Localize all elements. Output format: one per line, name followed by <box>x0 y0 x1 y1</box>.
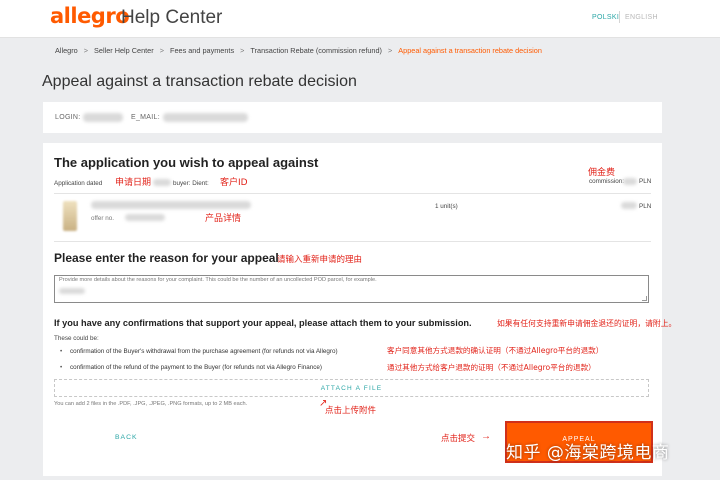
breadcrumb-separator: > <box>83 46 89 55</box>
annotation-application-date: 申请日期 <box>115 178 152 188</box>
annotation-click-upload: 点击上传附件 <box>325 406 377 416</box>
language-divider <box>619 11 620 23</box>
annotation-refund-proof: 通过其他方式给客户退款的证明（不通过Allegro平台的退款） <box>387 363 596 372</box>
annotation-attach-proof: 如果有任何支持重新申请佣金退还的证明，请附上。 <box>497 319 677 328</box>
breadcrumb-transaction-rebate[interactable]: Transaction Rebate (commission refund) <box>250 46 382 55</box>
reason-textarea[interactable]: Provide more details about the reasons f… <box>54 275 649 303</box>
help-center-title: Help Center <box>121 7 223 28</box>
confirmation-item-refund: confirmation of the refund of the paymen… <box>60 364 322 371</box>
reason-text-redacted <box>59 288 85 294</box>
commission-value-redacted <box>623 178 637 185</box>
language-polski-link[interactable]: POLSKI <box>592 14 619 21</box>
allegro-logo[interactable]: allegro <box>50 4 130 28</box>
appeal-form-card: The application you wish to appeal again… <box>43 143 676 476</box>
breadcrumb-current-page: Appeal against a transaction rebate deci… <box>398 46 542 55</box>
reason-heading: Please enter the reason for your appeal <box>54 251 279 265</box>
offer-number-redacted <box>125 214 165 221</box>
breadcrumb: Allegro > Seller Help Center > Fees and … <box>55 46 542 55</box>
application-date-label: Application dated <box>54 180 103 187</box>
confirmations-heading: If you have any confirmations that suppo… <box>54 318 472 328</box>
offer-price-currency: PLN <box>639 203 652 210</box>
breadcrumb-separator: > <box>388 46 393 55</box>
confirmation-item-withdrawal: confirmation of the Buyer's withdrawal f… <box>60 348 338 355</box>
resize-handle-icon[interactable] <box>642 296 647 301</box>
these-could-be-label: These could be: <box>54 335 99 342</box>
offer-number-label: offer no. <box>91 215 114 222</box>
attach-file-hint: You can add 2 files in the .PDF, .JPG, .… <box>54 401 248 407</box>
email-value-redacted <box>163 113 248 122</box>
section-divider <box>54 193 651 194</box>
annotation-commission-fee: 佣金费 <box>588 168 616 178</box>
section-divider <box>54 241 651 242</box>
annotation-arrow-icon: → <box>481 431 491 442</box>
breadcrumb-allegro[interactable]: Allegro <box>55 46 78 55</box>
language-english-link[interactable]: ENGLISH <box>625 14 658 21</box>
attach-file-dropzone[interactable]: ATTACH A FILE <box>54 379 649 397</box>
offer-quantity: 1 unit(s) <box>435 203 458 210</box>
buyer-label: buyer: Dient: <box>173 180 209 187</box>
offer-price-redacted <box>621 202 637 209</box>
application-date-redacted <box>153 179 171 186</box>
account-info-card: LOGIN: E_MAIL: <box>43 102 662 133</box>
email-label: E_MAIL: <box>131 114 160 121</box>
annotation-click-submit: 点击提交 <box>441 434 476 444</box>
annotation-reenter-reason: 请输入重新申请的理由 <box>277 255 363 265</box>
top-header: allegro Help Center POLSKI ENGLISH <box>0 0 720 38</box>
reason-placeholder: Provide more details about the reasons f… <box>59 277 377 283</box>
annotation-customer-agreed: 客户同意其他方式退款的确认证明（不通过Allegro平台的退款） <box>387 346 604 355</box>
page-title: Appeal against a transaction rebate deci… <box>42 73 357 90</box>
login-value-redacted <box>83 113 123 122</box>
attach-file-button[interactable]: ATTACH A FILE <box>55 385 648 392</box>
breadcrumb-separator: > <box>240 46 245 55</box>
offer-thumbnail[interactable] <box>63 201 77 231</box>
breadcrumb-separator: > <box>159 46 164 55</box>
annotation-product-details: 产品详情 <box>205 214 242 224</box>
annotation-customer-id: 客户ID <box>220 178 248 188</box>
login-label: LOGIN: <box>55 114 81 121</box>
watermark: 知乎 @海棠跨境电商 <box>506 443 670 463</box>
back-button[interactable]: BACK <box>115 434 138 441</box>
breadcrumb-seller-help-center[interactable]: Seller Help Center <box>94 46 154 55</box>
application-heading: The application you wish to appeal again… <box>54 155 319 170</box>
commission-label: commission: <box>589 178 624 185</box>
offer-title-redacted <box>91 201 251 209</box>
breadcrumb-fees-and-payments[interactable]: Fees and payments <box>170 46 234 55</box>
commission-currency: PLN <box>639 178 652 185</box>
